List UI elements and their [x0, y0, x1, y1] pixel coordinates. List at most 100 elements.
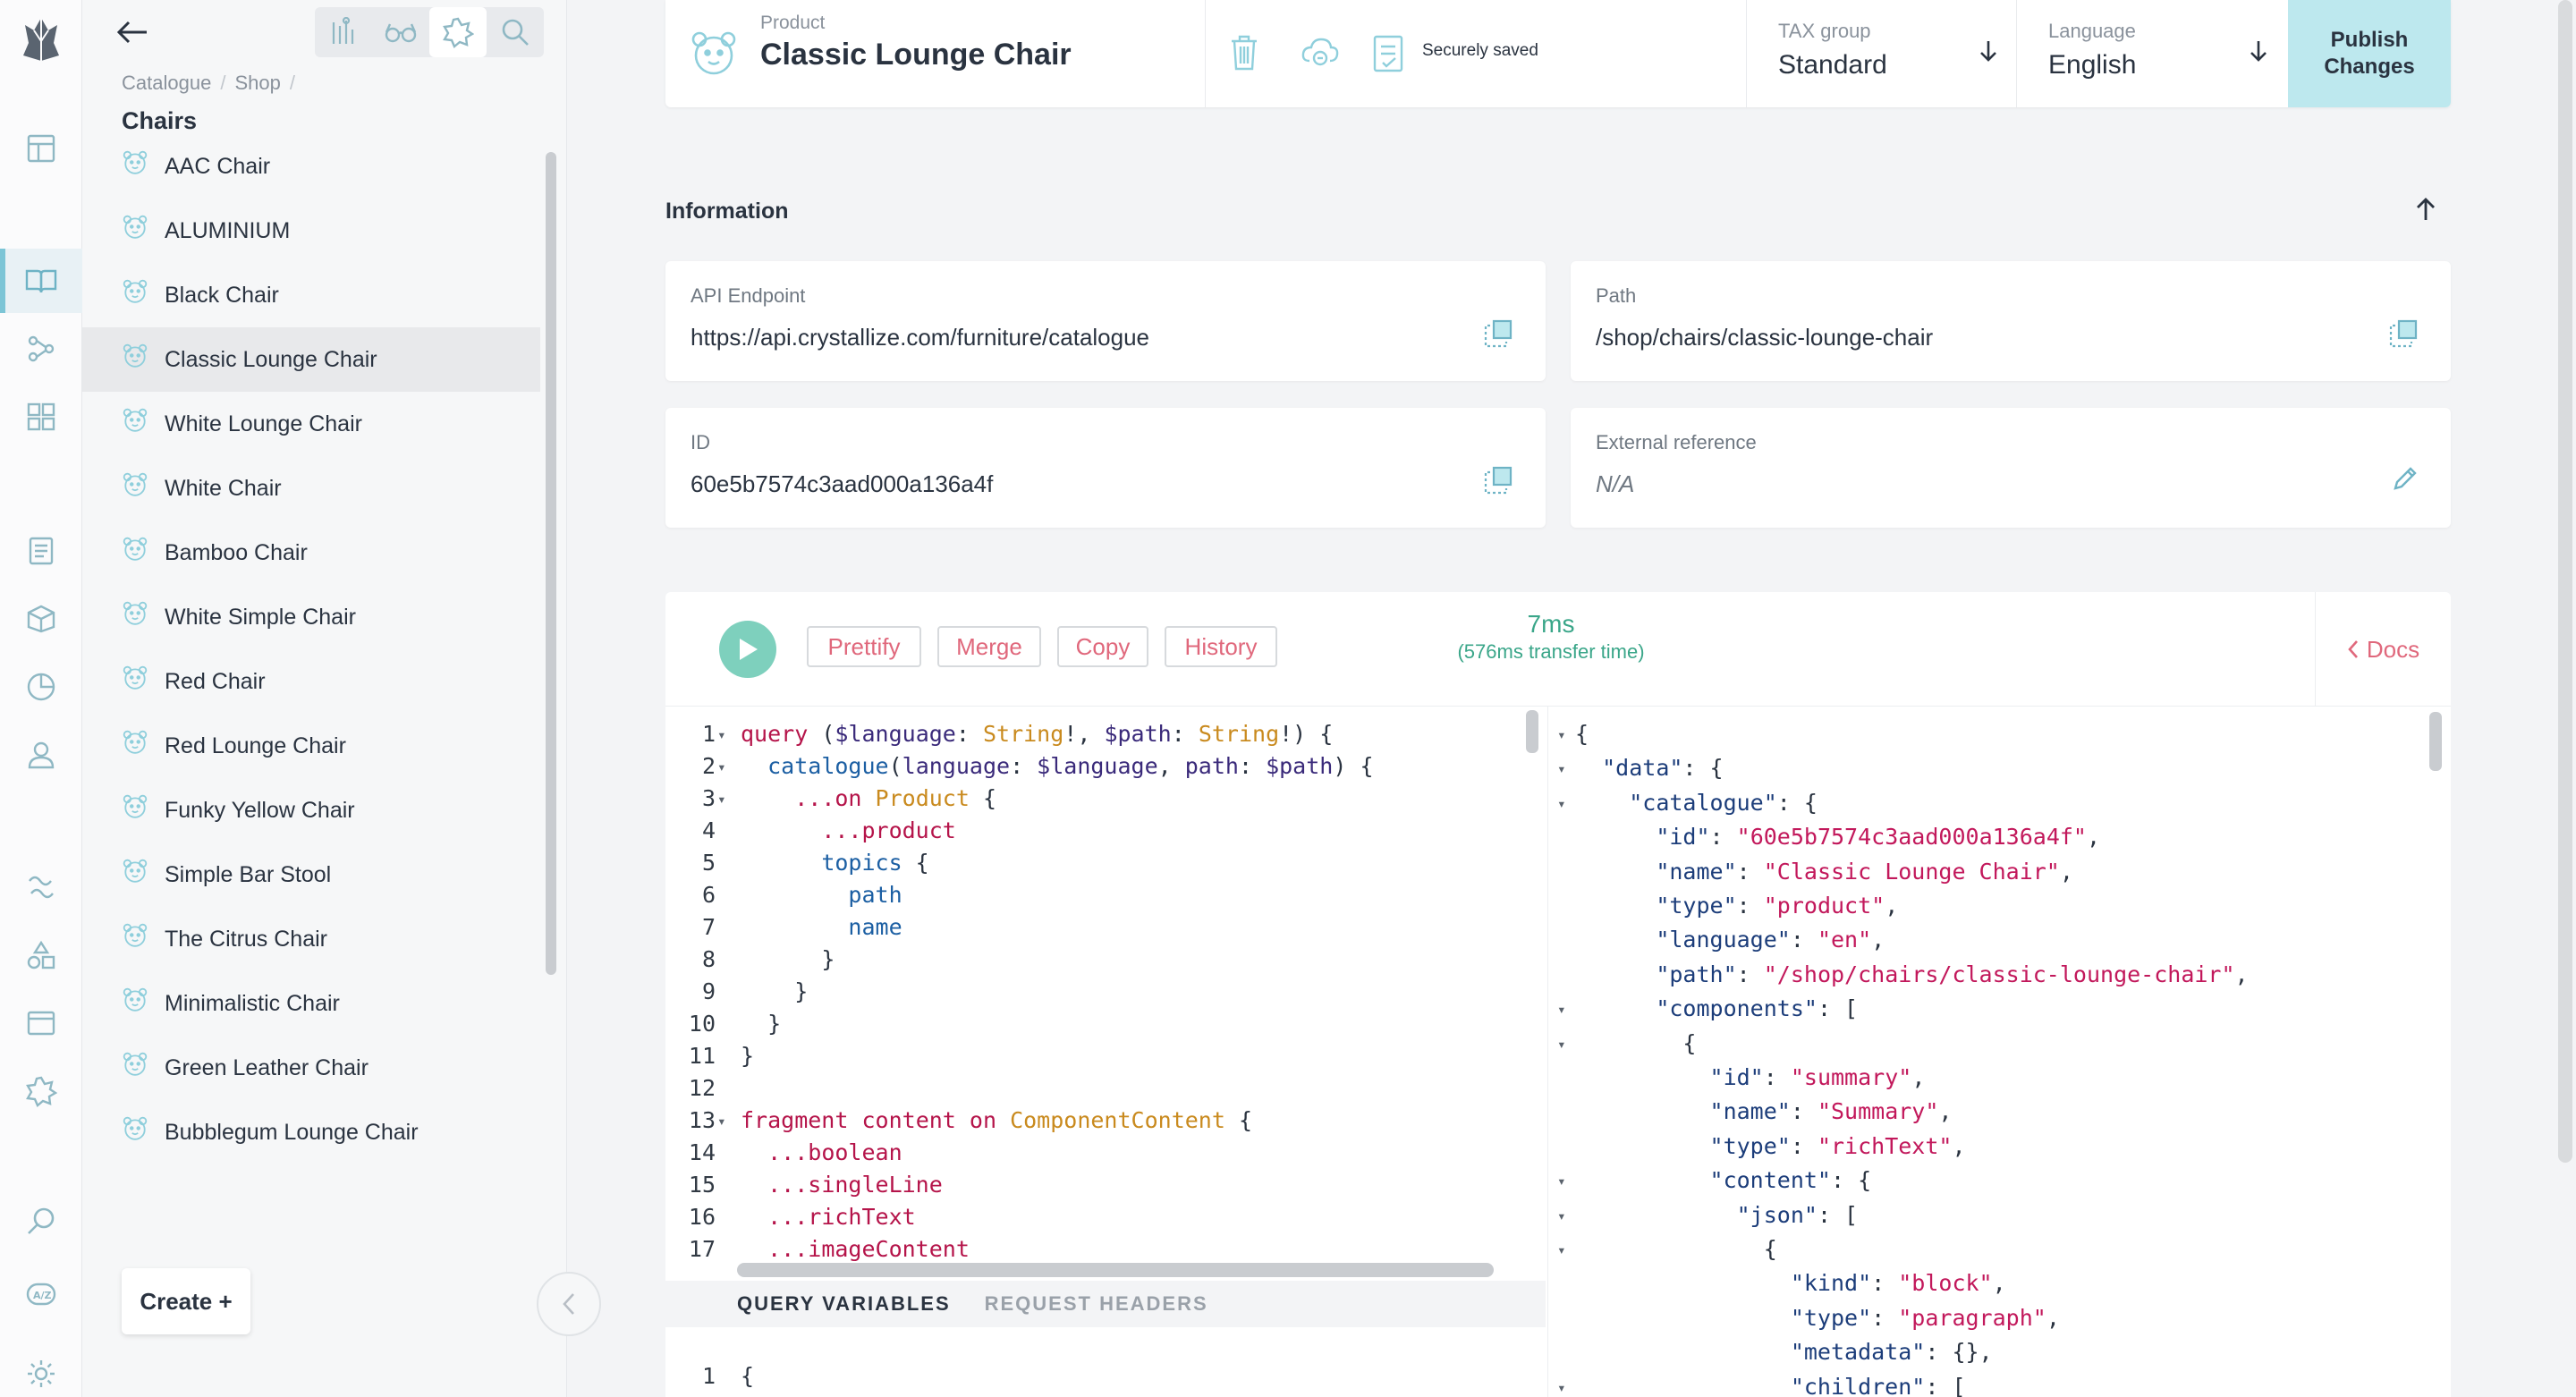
query-time: 7ms	[1527, 610, 1575, 638]
editor-vertical-scrollbar[interactable]	[1526, 710, 1538, 753]
tree-item-label: White Lounge Chair	[165, 411, 362, 436]
divider	[1746, 0, 1747, 107]
publish-label-line1: Publish	[2330, 28, 2409, 52]
tree-item[interactable]: White Lounge Chair	[82, 392, 540, 456]
product-name[interactable]: Classic Lounge Chair	[760, 38, 1072, 72]
tax-group-select[interactable]: Standard	[1778, 50, 1887, 80]
create-button[interactable]: Create +	[122, 1268, 250, 1334]
tree-item[interactable]: Bubblegum Lounge Chair	[82, 1100, 540, 1164]
tree-item-label: Red Lounge Chair	[165, 732, 346, 758]
tree-item[interactable]: Classic Lounge Chair	[82, 327, 540, 392]
edit-pencil-icon[interactable]	[2392, 465, 2419, 492]
topics-icon[interactable]	[0, 1059, 82, 1123]
translations-icon[interactable]: A/Z	[0, 1263, 82, 1327]
tree-item[interactable]: The Citrus Chair	[82, 907, 540, 971]
tab-request-headers[interactable]: REQUEST HEADERS	[985, 1292, 1208, 1316]
merge-button[interactable]: Merge	[937, 626, 1041, 667]
settings-icon[interactable]	[0, 1342, 82, 1397]
page-scrollbar[interactable]	[2558, 0, 2572, 1163]
tree-view-icon[interactable]	[315, 7, 372, 57]
external-reference-card: External reference N/A	[1571, 408, 2451, 528]
collapse-panel-button[interactable]	[537, 1272, 601, 1336]
code-line: 5 topics {	[701, 850, 929, 876]
webhooks-icon[interactable]	[0, 991, 82, 1055]
dashboard-icon[interactable]	[0, 116, 82, 181]
result-vertical-scrollbar[interactable]	[2429, 712, 2442, 771]
product-shape-icon	[122, 600, 148, 627]
delete-trash-icon[interactable]	[1229, 34, 1259, 72]
tree-item[interactable]: ALUMINIUM	[82, 199, 540, 263]
product-shape-icon	[122, 1115, 148, 1142]
result-line: ▾ "children": [	[1557, 1373, 1966, 1397]
product-type-label: Product	[760, 13, 826, 33]
code-line: 16 ...richText	[688, 1204, 916, 1230]
search-icon[interactable]	[0, 1190, 82, 1254]
result-line: "type": "paragraph",	[1790, 1304, 2060, 1331]
tree-item[interactable]: White Chair	[82, 456, 540, 521]
product-shape-icon	[122, 1051, 148, 1078]
variables-editor[interactable]: 1 {	[665, 1327, 1546, 1397]
collapse-arrow-up-icon[interactable]	[2415, 197, 2436, 222]
usage-icon[interactable]	[0, 655, 82, 719]
tax-group-label: TAX group	[1778, 20, 1871, 42]
tax-group-arrow-down-icon[interactable]	[1979, 39, 1998, 63]
id-value: 60e5b7574c3aad000a136a4f	[691, 470, 994, 497]
docs-button[interactable]: Docs	[2315, 592, 2451, 707]
copy-icon[interactable]	[1483, 318, 1513, 349]
tree-item-label: ALUMINIUM	[165, 217, 291, 243]
play-icon	[740, 639, 758, 660]
history-button[interactable]: History	[1165, 626, 1277, 667]
grids-icon[interactable]	[0, 385, 82, 449]
subscriptions-icon[interactable]	[0, 587, 82, 651]
tree-item[interactable]: Bamboo Chair	[82, 521, 540, 585]
catalogue-tree-panel: Catalogue / Shop / Chairs AAC Chair ALUMI…	[82, 0, 601, 1397]
shapes-icon[interactable]	[0, 317, 82, 381]
code-line: 13 ▾ fragment content on ComponentContent …	[688, 1107, 1253, 1133]
icon-rail: A/Z	[0, 0, 82, 1397]
tree-item[interactable]: Red Chair	[82, 649, 540, 714]
tree-item[interactable]: Funky Yellow Chair	[82, 778, 540, 842]
catalogue-icon[interactable]	[0, 249, 82, 313]
result-viewer[interactable]: ▾{▾ "data": {▾ "catalogue": { "id": "60e…	[1547, 707, 2451, 1397]
breadcrumb-catalogue[interactable]: Catalogue	[122, 72, 211, 95]
copy-icon[interactable]	[2388, 318, 2419, 349]
prettify-button[interactable]: Prettify	[807, 626, 921, 667]
tree-item[interactable]: Red Lounge Chair	[82, 714, 540, 778]
svg-text:A/Z: A/Z	[33, 1290, 52, 1301]
tree-item-label: Bubblegum Lounge Chair	[165, 1119, 419, 1145]
tab-query-variables[interactable]: QUERY VARIABLES	[737, 1292, 951, 1316]
tree-item[interactable]: Simple Bar Stool	[82, 842, 540, 907]
copy-button[interactable]: Copy	[1057, 626, 1148, 667]
result-line: ▾ "components": [	[1557, 995, 1859, 1022]
pipelines-icon[interactable]	[0, 855, 82, 919]
customers-icon[interactable]	[0, 723, 82, 787]
price-variants-icon[interactable]	[0, 923, 82, 987]
orders-icon[interactable]	[0, 519, 82, 583]
line-number: 1	[701, 1363, 716, 1389]
crystallize-logo-icon[interactable]	[0, 7, 82, 72]
breadcrumb-shop[interactable]: Shop	[234, 72, 280, 95]
tree-item-label: Red Chair	[165, 668, 266, 694]
tree-item[interactable]: White Simple Chair	[82, 585, 540, 649]
result-line: ▾ "content": {	[1557, 1167, 1872, 1194]
language-select[interactable]: English	[2048, 50, 2136, 80]
tree-search-icon[interactable]	[487, 7, 544, 57]
tree-item[interactable]: Black Chair	[82, 263, 540, 327]
folder-title: Chairs	[122, 107, 198, 134]
tree-item[interactable]: AAC Chair	[82, 134, 540, 199]
cloud-sync-icon[interactable]	[1301, 34, 1340, 70]
glasses-icon[interactable]	[372, 7, 429, 57]
publish-changes-button[interactable]: Publish Changes	[2288, 0, 2451, 107]
tree-item[interactable]: Green Leather Chair	[82, 1036, 540, 1100]
language-arrow-down-icon[interactable]	[2249, 39, 2268, 63]
product-shape-icon	[122, 536, 148, 563]
editor-horizontal-scrollbar[interactable]	[737, 1263, 1494, 1277]
code-line: 14 ...boolean	[688, 1139, 902, 1165]
topic-map-icon[interactable]	[429, 7, 487, 57]
copy-icon[interactable]	[1483, 465, 1513, 495]
tree-scrollbar[interactable]	[546, 152, 556, 975]
back-arrow-icon[interactable]	[107, 13, 157, 52]
tree-item[interactable]: Minimalistic Chair	[82, 971, 540, 1036]
query-editor[interactable]: 1 ▾ query ($language: String!, $path: Stri…	[665, 707, 1546, 1281]
run-query-button[interactable]	[719, 621, 776, 678]
